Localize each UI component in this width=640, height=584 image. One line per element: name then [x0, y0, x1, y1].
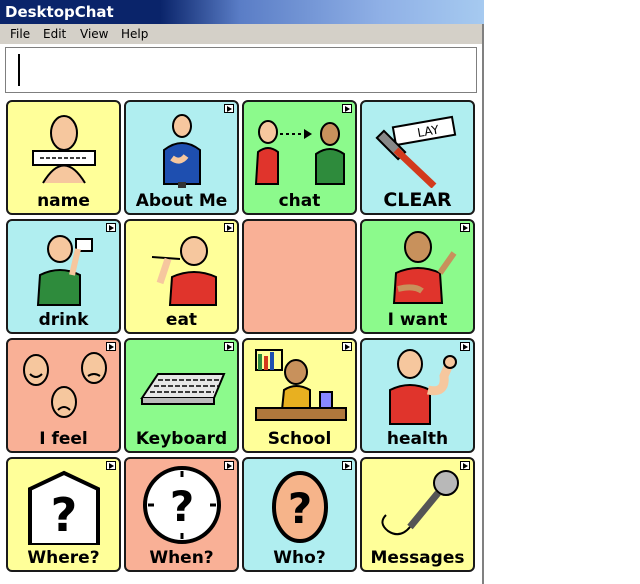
- tile-label: I feel: [39, 429, 88, 449]
- tile-label: eat: [165, 310, 198, 330]
- message-display[interactable]: [5, 47, 477, 93]
- app-window: DesktopChat File Edit View Help name Abo…: [0, 0, 484, 584]
- tile-label: School: [267, 429, 332, 449]
- tile-who[interactable]: ? Who?: [242, 457, 357, 572]
- person-drinking-icon: [36, 235, 93, 306]
- tile-school[interactable]: School: [242, 338, 357, 453]
- tile-label: Where?: [27, 548, 100, 568]
- tile-clear[interactable]: LAY CLEAR: [360, 100, 475, 215]
- clock-question-icon: ?: [143, 466, 221, 544]
- tile-keyboard[interactable]: Keyboard: [124, 338, 239, 453]
- squeegee-display-icon: LAY: [375, 115, 457, 188]
- tile-label: chat: [278, 191, 321, 211]
- student-at-desk-icon: [255, 349, 347, 421]
- microphone-icon: [381, 470, 459, 536]
- tile-health[interactable]: health: [360, 338, 475, 453]
- tile-i-feel[interactable]: I feel: [6, 338, 121, 453]
- tile-empty[interactable]: [242, 219, 357, 334]
- tile-messages[interactable]: Messages: [360, 457, 475, 572]
- menu-view[interactable]: View: [80, 27, 108, 41]
- name-tag-person-icon: [32, 115, 96, 184]
- head-question-icon: ?: [272, 471, 328, 543]
- tile-label: name: [37, 191, 90, 211]
- text-caret: [18, 54, 20, 86]
- person-eating-icon: [151, 236, 217, 306]
- tile-label: drink: [38, 310, 89, 330]
- title-bar[interactable]: DesktopChat: [0, 0, 484, 24]
- symbol-grid: name About Me chat LAY CLEAR drink eat I…: [6, 100, 480, 578]
- tile-label: Messages: [370, 548, 465, 568]
- menu-edit[interactable]: Edit: [43, 27, 66, 41]
- strong-arm-person-icon: [389, 349, 457, 425]
- tile-about-me[interactable]: About Me: [124, 100, 239, 215]
- menu-help[interactable]: Help: [121, 27, 148, 41]
- tile-label: Who?: [273, 548, 326, 568]
- tile-label: Keyboard: [135, 429, 228, 449]
- feelings-faces-icon: [23, 352, 107, 418]
- person-pointing-self-icon: [163, 114, 201, 188]
- tile-label: I want: [387, 310, 448, 330]
- tile-chat[interactable]: chat: [242, 100, 357, 215]
- menu-bar: File Edit View Help: [0, 24, 482, 44]
- menu-file[interactable]: File: [10, 27, 30, 41]
- svg-text:?: ?: [288, 484, 312, 533]
- tile-label: About Me: [135, 191, 228, 211]
- tile-label: When?: [149, 548, 214, 568]
- svg-text:?: ?: [51, 488, 78, 542]
- tile-drink[interactable]: drink: [6, 219, 121, 334]
- two-people-talking-icon: [254, 120, 345, 185]
- tile-where[interactable]: ? Where?: [6, 457, 121, 572]
- window-title: DesktopChat: [5, 3, 114, 21]
- tile-name[interactable]: name: [6, 100, 121, 215]
- message-input[interactable]: [7, 49, 473, 91]
- tile-eat[interactable]: eat: [124, 219, 239, 334]
- house-question-icon: ?: [28, 470, 100, 545]
- person-want-gesture-icon: [392, 231, 457, 304]
- tile-label: health: [386, 429, 449, 449]
- tile-label: CLEAR: [383, 189, 452, 211]
- keyboard-icon: [140, 373, 226, 405]
- svg-text:?: ?: [170, 482, 194, 531]
- tile-when[interactable]: ? When?: [124, 457, 239, 572]
- tile-i-want[interactable]: I want: [360, 219, 475, 334]
